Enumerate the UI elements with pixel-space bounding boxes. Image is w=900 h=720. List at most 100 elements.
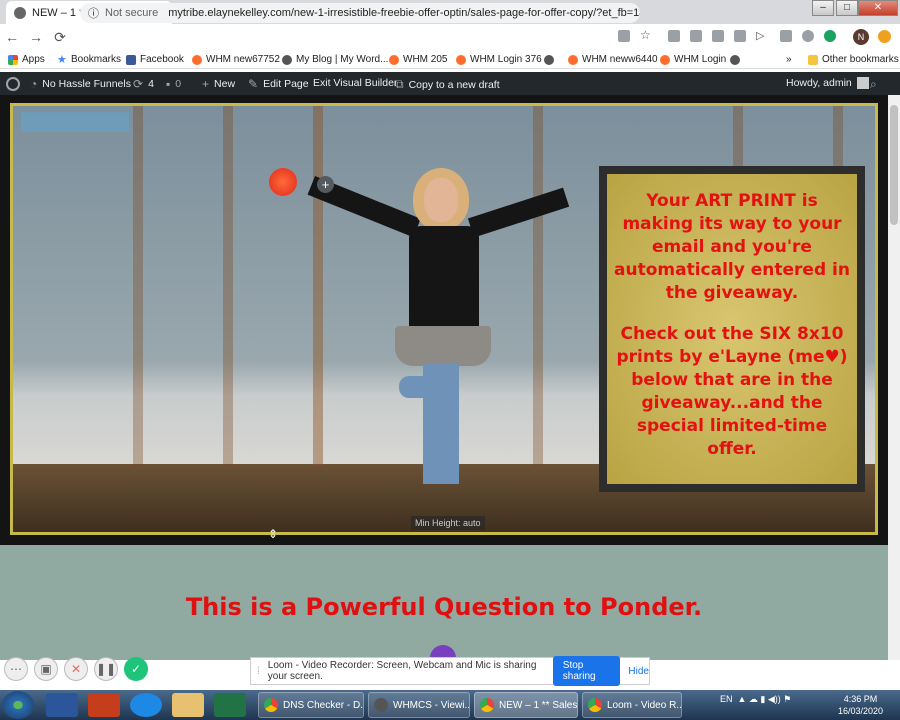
extension-icon[interactable]: ▷ xyxy=(756,29,768,42)
page-canvas: + Your ART PRINT is making its way to yo… xyxy=(0,95,888,665)
howdy-account-link[interactable]: Howdy, admin xyxy=(786,77,869,89)
hide-button[interactable]: Hide xyxy=(628,666,649,677)
globe-icon xyxy=(730,54,740,65)
taskbar-window-dns-checker[interactable]: DNS Checker - D... xyxy=(258,692,364,718)
resize-cursor-icon: ⇕ xyxy=(268,527,279,541)
back-icon[interactable]: ← xyxy=(0,29,24,45)
question-section[interactable]: This is a Powerful Question to Ponder. xyxy=(0,545,888,665)
taskbar-window-loom[interactable]: Loom - Video R... xyxy=(582,692,682,718)
internet-explorer-icon[interactable] xyxy=(130,693,162,717)
extension-icon[interactable] xyxy=(668,30,680,42)
loom-pause-button[interactable]: ❚❚ xyxy=(94,657,118,681)
chrome-icon xyxy=(264,698,278,712)
word-icon[interactable] xyxy=(46,693,78,717)
bookmark-whm-205[interactable]: WHM 205 xyxy=(389,52,447,67)
screenshot-extension-icon[interactable] xyxy=(690,30,702,42)
hero-section[interactable]: + Your ART PRINT is making its way to yo… xyxy=(0,95,888,545)
bookmark-whm-new67752[interactable]: WHM new67752 xyxy=(192,52,280,67)
loom-cancel-button[interactable]: ✕ xyxy=(64,657,88,681)
taskbar-window-sales-page[interactable]: NEW – 1 ** Sales... xyxy=(474,692,578,718)
site-name-link[interactable]: ◔ No Hassle Funnels xyxy=(30,77,131,91)
language-indicator[interactable]: EN xyxy=(720,694,733,704)
start-button[interactable] xyxy=(2,691,34,719)
star-icon[interactable]: ☆ xyxy=(640,28,652,42)
minimize-button[interactable]: – xyxy=(812,0,834,16)
clock-date: 16/03/2020 xyxy=(838,706,884,716)
extension-icon[interactable] xyxy=(780,30,792,42)
updates-link[interactable]: ⟳ 4 xyxy=(133,77,154,91)
bookmarks-bar: Apps ★ Bookmarks Facebook WHM new67752 My… xyxy=(0,50,900,69)
bookmark-facebook[interactable]: Facebook xyxy=(126,52,184,67)
windows-taskbar: DNS Checker - D... WHMCS - Viewi... NEW … xyxy=(0,690,900,720)
system-tray[interactable]: EN ▲ ☁ ▮ ◀)) ⚑ xyxy=(720,694,791,705)
panel-paragraph-1: Your ART PRINT is making its way to your… xyxy=(614,191,850,303)
app-icon xyxy=(374,698,388,712)
apps-grid-icon xyxy=(8,54,18,65)
close-window-button[interactable]: ✕ xyxy=(858,0,898,16)
hero-photo: + Your ART PRINT is making its way to yo… xyxy=(10,103,878,535)
bookmark-whm-login[interactable]: WHM Login xyxy=(660,52,726,67)
wordpress-favicon-icon xyxy=(14,6,26,19)
loom-finish-button[interactable]: ✓ xyxy=(124,657,148,681)
exit-visual-builder-link[interactable]: Exit Visual Builder xyxy=(313,77,397,89)
extension-icon[interactable] xyxy=(802,30,814,42)
excel-icon[interactable] xyxy=(214,693,246,717)
bookmarks-overflow[interactable]: » xyxy=(786,52,792,67)
globe-icon xyxy=(282,54,292,65)
new-content-link[interactable]: + New xyxy=(202,77,235,91)
other-bookmarks[interactable]: Other bookmarks xyxy=(808,52,899,67)
bookmark-whm-login-376[interactable]: WHM Login 376 xyxy=(456,52,542,67)
copy-to-draft-link[interactable]: ⧉ Copy to a new draft xyxy=(395,77,500,92)
min-height-tooltip: Min Height: auto xyxy=(411,516,485,530)
cpanel-icon xyxy=(568,54,578,65)
panel-paragraph-2: Check out the SIX 8x10 prints by e'Layne… xyxy=(616,324,848,459)
cpanel-icon xyxy=(660,54,670,65)
loom-camera-button[interactable]: ▣ xyxy=(34,657,58,681)
edit-page-link[interactable]: ✎ Edit Page xyxy=(248,77,309,91)
comments-link[interactable]: ▪ 0 xyxy=(166,77,181,91)
info-icon[interactable]: ⓘ xyxy=(88,5,99,21)
bookmark-apps[interactable]: Apps xyxy=(8,52,45,67)
wordpress-logo-icon[interactable] xyxy=(6,77,20,91)
loom-menu-button[interactable]: ⋯ xyxy=(4,657,28,681)
add-module-button[interactable]: + xyxy=(317,176,334,193)
message-panel[interactable]: Your ART PRINT is making its way to your… xyxy=(599,166,865,492)
security-label: Not secure xyxy=(105,7,159,19)
forward-icon[interactable]: → xyxy=(24,29,48,45)
maximize-button[interactable]: □ xyxy=(836,0,858,16)
address-bar[interactable]: ⓘ Not secure mytribe.elaynekelley.com/ne… xyxy=(80,3,640,23)
reload-icon[interactable]: ⟳ xyxy=(48,29,72,46)
camera-permission-icon[interactable] xyxy=(618,30,630,42)
bookmark-bookmarks[interactable]: ★ Bookmarks xyxy=(57,52,121,67)
folder-icon xyxy=(808,54,818,65)
extension-icon[interactable] xyxy=(734,30,746,42)
bookmark-globe[interactable] xyxy=(730,52,740,67)
cpanel-icon xyxy=(389,54,399,65)
page-scrollbar[interactable] xyxy=(888,95,900,660)
taskbar-clock[interactable]: 4:36 PM 16/03/2020 xyxy=(838,693,883,717)
scrollbar-thumb[interactable] xyxy=(890,105,898,225)
update-icon[interactable] xyxy=(878,30,891,43)
pencil-icon: ✎ xyxy=(248,77,259,91)
facebook-icon xyxy=(126,54,136,65)
bookmark-globe[interactable] xyxy=(544,52,554,67)
globe-icon xyxy=(544,54,554,65)
extension-icon[interactable] xyxy=(712,30,724,42)
loom-sharing-bar: ⁞ Loom - Video Recorder: Screen, Webcam … xyxy=(250,656,650,686)
star-icon: ★ xyxy=(57,53,67,66)
comment-icon: ▪ xyxy=(166,77,171,91)
bookmark-my-blog[interactable]: My Blog | My Word... xyxy=(282,52,388,67)
file-explorer-icon[interactable] xyxy=(172,693,204,717)
dashboard-icon: ◔ xyxy=(30,77,38,91)
publisher-icon[interactable] xyxy=(88,693,120,717)
extension-icon[interactable] xyxy=(824,30,836,42)
woman-torso xyxy=(409,226,479,334)
stop-sharing-button[interactable]: Stop sharing xyxy=(552,656,621,686)
profile-avatar[interactable]: N xyxy=(853,29,869,45)
woman-raised-leg xyxy=(399,376,447,398)
search-icon[interactable]: ⌕ xyxy=(870,77,877,92)
bookmark-whm-neww6440[interactable]: WHM neww6440 xyxy=(568,52,658,67)
loom-controls: ⋯ ▣ ✕ ❚❚ ✓ xyxy=(4,657,148,685)
drag-handle-icon[interactable]: ⁞ xyxy=(257,666,260,677)
taskbar-window-whmcs[interactable]: WHMCS - Viewi... xyxy=(368,692,470,718)
